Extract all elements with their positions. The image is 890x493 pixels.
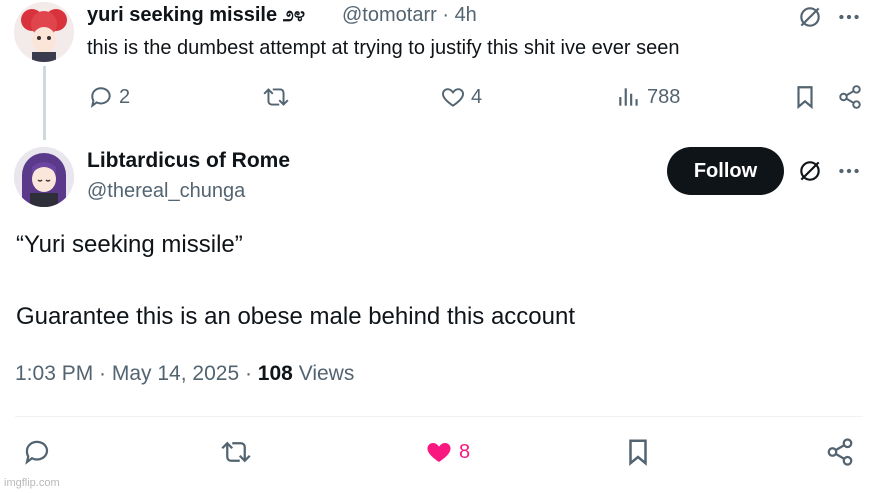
share-icon [839, 85, 861, 109]
share-button[interactable] [825, 437, 860, 467]
views-icon [619, 88, 638, 106]
main-avatar[interactable] [14, 147, 74, 207]
main-author-handle[interactable]: @thereal_chunga [87, 180, 245, 203]
views-label: Views [298, 362, 355, 385]
views-button[interactable]: 788 [616, 84, 680, 110]
like-count: 8 [459, 440, 471, 463]
reply-handle-line: @tomotarr · 4h [342, 4, 477, 27]
reply-time[interactable]: 4h [455, 4, 477, 26]
like-button[interactable]: 4 [440, 84, 482, 110]
more-icon[interactable] [836, 4, 862, 30]
tweet-meta: 1:03 PM · May 14, 2025 · 108 Views [15, 362, 354, 386]
views-count: 108 [257, 362, 293, 385]
main-text-line-2: Guarantee this is an obese male behind t… [16, 303, 576, 330]
bookmark-button[interactable] [625, 437, 656, 467]
grok-icon[interactable] [797, 4, 823, 30]
main-author-name[interactable]: Libtardicus of Rome [87, 149, 290, 173]
separator-dot: · [442, 4, 449, 26]
divider [15, 416, 863, 417]
retweet-button[interactable] [219, 437, 258, 467]
tweet-timestamp[interactable]: 1:03 PM · May 14, 2025 · [15, 362, 252, 385]
bookmark-icon [629, 439, 647, 466]
reply-text: this is the dumbest attempt at trying to… [87, 37, 680, 59]
reply-icon [25, 440, 49, 465]
reply-count: 2 [119, 85, 131, 108]
reply-author-name[interactable]: yuri seeking missile ೨೪ [87, 4, 305, 27]
heart-icon [427, 443, 451, 462]
like-count: 4 [471, 85, 483, 108]
bookmark-icon [797, 86, 813, 110]
reply-avatar[interactable] [14, 2, 74, 62]
bookmark-button[interactable] [794, 84, 821, 110]
share-button[interactable] [837, 84, 868, 110]
more-icon[interactable] [836, 158, 862, 184]
views-count: 788 [647, 85, 681, 108]
retweet-button[interactable] [262, 84, 295, 110]
watermark: imgflip.com [4, 477, 60, 489]
grok-icon[interactable] [797, 158, 823, 184]
retweet-icon [221, 441, 251, 463]
thread-line [43, 66, 46, 140]
like-button[interactable]: 8 [424, 437, 470, 467]
retweet-icon [263, 88, 289, 106]
reply-author-handle[interactable]: @tomotarr [342, 4, 437, 26]
reply-button[interactable] [22, 437, 57, 467]
reply-button[interactable]: 2 [88, 84, 130, 110]
share-icon [827, 438, 853, 466]
heart-icon [442, 88, 464, 107]
follow-button[interactable]: Follow [667, 147, 784, 195]
main-text-line-1: “Yuri seeking missile” [16, 231, 243, 258]
reply-icon [90, 87, 111, 109]
